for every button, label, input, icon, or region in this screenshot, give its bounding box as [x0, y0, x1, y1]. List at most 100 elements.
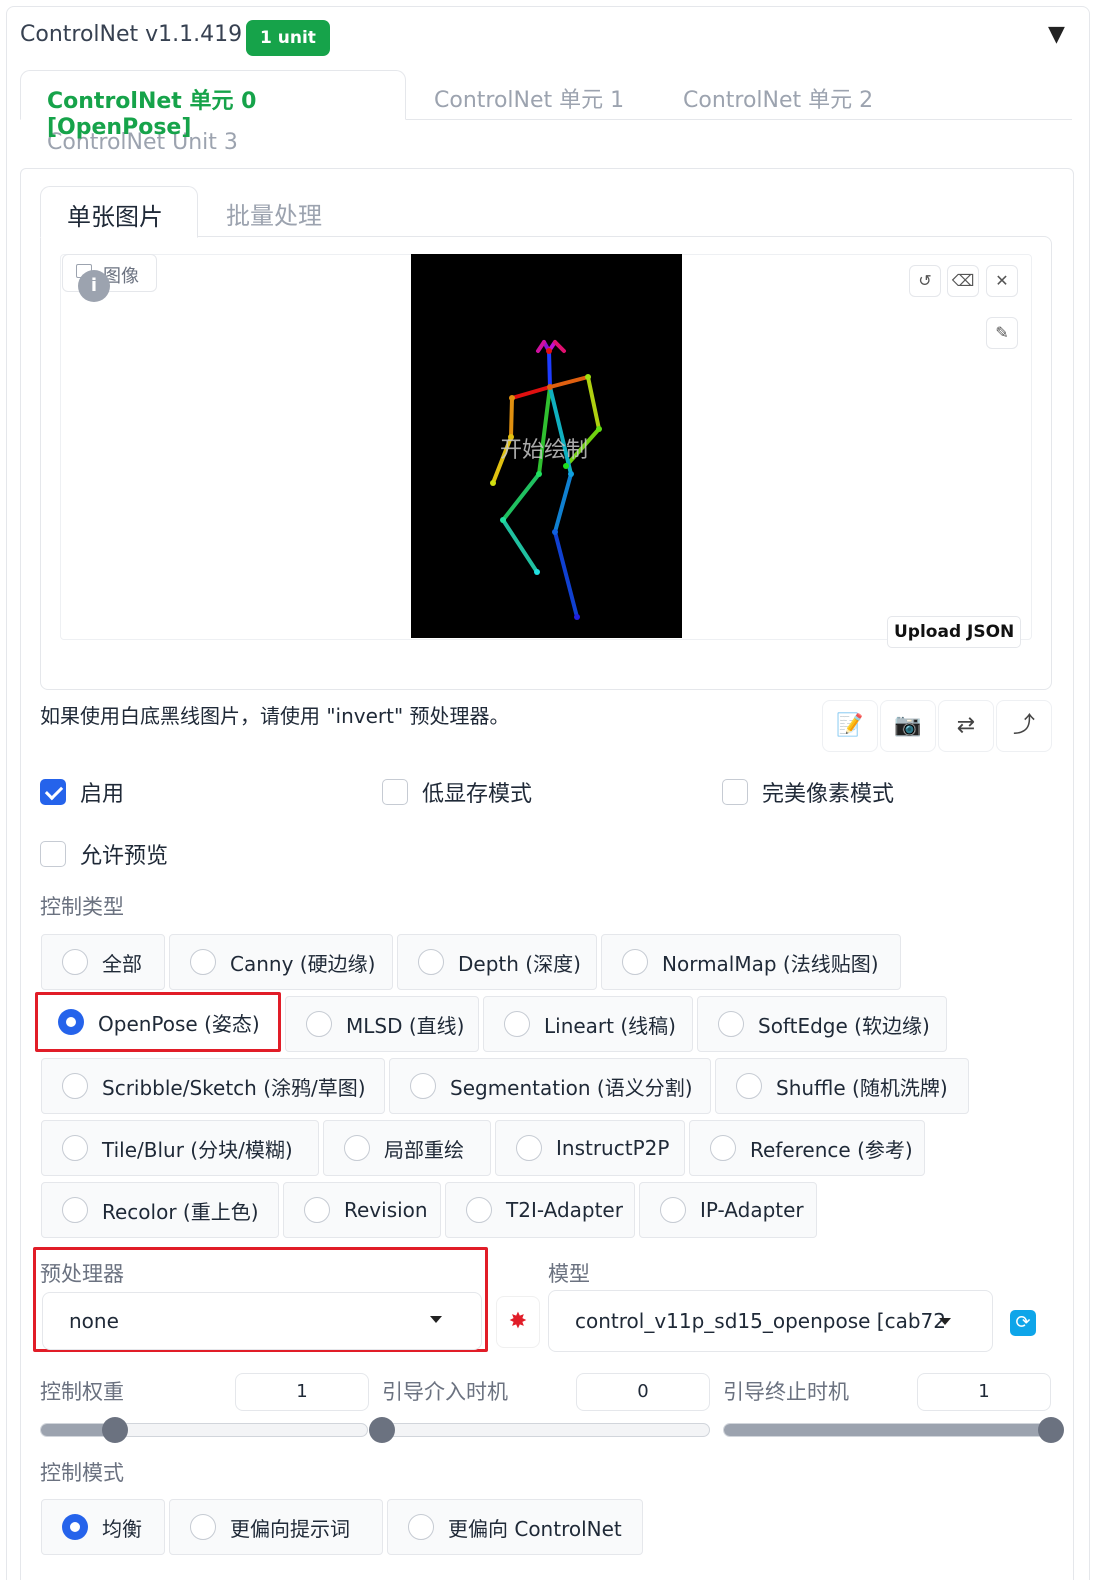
checkbox-unchecked[interactable] — [382, 779, 408, 805]
radio-button[interactable] — [190, 1514, 216, 1540]
radio-button[interactable] — [622, 949, 648, 975]
model-label: 模型 — [548, 1262, 590, 1286]
control-type-option[interactable]: 局部重绘 — [323, 1120, 491, 1176]
control-type-option-selected[interactable]: OpenPose (姿态) — [35, 992, 281, 1052]
info-icon[interactable]: i — [78, 270, 110, 302]
start-slider[interactable] — [382, 1423, 710, 1437]
control-type-option[interactable]: Lineart (线稿) — [483, 996, 693, 1052]
brush-icon[interactable]: ✎ — [986, 317, 1018, 349]
weight-slider[interactable] — [40, 1423, 368, 1437]
radio-button[interactable] — [408, 1514, 434, 1540]
radio-button[interactable] — [410, 1073, 436, 1099]
radio-button[interactable] — [718, 1011, 744, 1037]
control-mode-label: 控制模式 — [40, 1461, 124, 1485]
collapse-icon[interactable]: ▼ — [1048, 22, 1065, 47]
control-type-option[interactable]: MLSD (直线) — [285, 996, 479, 1052]
control-type-option[interactable]: Scribble/Sketch (涂鸦/草图) — [41, 1058, 385, 1114]
control-type-option[interactable]: NormalMap (法线贴图) — [601, 934, 901, 990]
option-label: Depth (深度) — [458, 951, 581, 976]
option-label: MLSD (直线) — [346, 1013, 465, 1038]
run-preprocessor-icon[interactable]: ✸ — [496, 1296, 540, 1348]
enable-checkbox[interactable]: 启用 — [40, 776, 124, 808]
start-input[interactable]: 0 — [576, 1373, 710, 1411]
control-type-option[interactable]: T2I-Adapter — [445, 1182, 635, 1238]
allow-preview-checkbox[interactable]: 允许预览 — [40, 838, 168, 870]
control-type-option[interactable]: Recolor (重上色) — [41, 1182, 279, 1238]
option-label: Revision — [344, 1198, 428, 1222]
start-slider-thumb[interactable] — [369, 1417, 395, 1443]
checkbox-unchecked[interactable] — [40, 841, 66, 867]
option-label: 局部重绘 — [384, 1137, 464, 1162]
control-type-option[interactable]: SoftEdge (软边缘) — [697, 996, 947, 1052]
upload-json-button[interactable]: Upload JSON — [887, 616, 1022, 648]
control-type-option[interactable]: Reference (参考) — [689, 1120, 925, 1176]
option-label: Segmentation (语义分割) — [450, 1075, 693, 1100]
end-slider-thumb[interactable] — [1038, 1417, 1064, 1443]
tab-unit-0[interactable]: ControlNet 单元 0 [OpenPose] — [20, 70, 406, 140]
model-select[interactable]: control_v11p_sd15_openpose [cab72 — [548, 1290, 993, 1352]
control-type-option[interactable]: Depth (深度) — [397, 934, 597, 990]
send-icon[interactable]: ⤴ — [996, 700, 1052, 752]
control-type-option[interactable]: Revision — [283, 1182, 441, 1238]
radio-button[interactable] — [62, 1135, 88, 1161]
tab-unit-1[interactable]: ControlNet 单元 1 — [434, 82, 624, 114]
control-mode-option[interactable]: 更偏向提示词 — [169, 1499, 383, 1555]
control-type-option[interactable]: Shuffle (随机洗牌) — [715, 1058, 969, 1114]
swap-icon[interactable]: ⇄ — [938, 700, 994, 752]
control-type-option[interactable]: InstructP2P — [495, 1120, 685, 1176]
radio-button[interactable] — [190, 949, 216, 975]
end-slider[interactable] — [723, 1423, 1051, 1437]
end-input[interactable]: 1 — [917, 1373, 1051, 1411]
end-slider-fill — [724, 1424, 1050, 1436]
panel-title[interactable]: ControlNet v1.1.419 — [20, 22, 242, 47]
low-vram-label: 低显存模式 — [422, 782, 533, 807]
control-type-option[interactable]: Segmentation (语义分割) — [389, 1058, 711, 1114]
control-type-option[interactable]: Tile/Blur (分块/模糊) — [41, 1120, 319, 1176]
checkbox-checked[interactable] — [40, 779, 66, 805]
camera-icon[interactable]: 📷 — [880, 700, 936, 752]
tab-unit-2[interactable]: ControlNet 单元 2 — [683, 82, 873, 114]
radio-button-selected[interactable] — [62, 1514, 88, 1540]
radio-button[interactable] — [710, 1135, 736, 1161]
radio-button[interactable] — [516, 1135, 542, 1161]
radio-button[interactable] — [306, 1011, 332, 1037]
chevron-down-icon[interactable] — [939, 1318, 951, 1325]
control-type-option[interactable]: Canny (硬边缘) — [169, 934, 393, 990]
edit-icon[interactable]: 📝 — [822, 700, 878, 752]
radio-button[interactable] — [466, 1197, 492, 1223]
enable-label: 启用 — [80, 782, 125, 807]
pixel-perfect-label: 完美像素模式 — [762, 782, 895, 807]
pixel-perfect-checkbox[interactable]: 完美像素模式 — [722, 776, 894, 808]
radio-button[interactable] — [62, 1073, 88, 1099]
tab-single-image[interactable]: 单张图片 — [40, 186, 198, 238]
control-mode-option-selected[interactable]: 均衡 — [41, 1499, 165, 1555]
radio-button[interactable] — [736, 1073, 762, 1099]
refresh-icon[interactable]: ⟳ — [1010, 1310, 1036, 1336]
weight-input[interactable]: 1 — [235, 1373, 369, 1411]
radio-button[interactable] — [62, 949, 88, 975]
radio-button[interactable] — [62, 1197, 88, 1223]
undo-icon[interactable]: ↺ — [909, 265, 941, 297]
radio-button[interactable] — [660, 1197, 686, 1223]
tab-batch[interactable]: 批量处理 — [226, 196, 322, 231]
checkbox-unchecked[interactable] — [722, 779, 748, 805]
radio-button[interactable] — [418, 949, 444, 975]
option-label: Recolor (重上色) — [102, 1199, 259, 1224]
option-label: 均衡 — [102, 1516, 142, 1541]
option-label: Reference (参考) — [750, 1137, 913, 1162]
control-type-option[interactable]: IP-Adapter — [639, 1182, 817, 1238]
radio-button[interactable] — [304, 1197, 330, 1223]
option-label: NormalMap (法线贴图) — [662, 951, 879, 976]
preprocessor-select[interactable]: none — [42, 1292, 482, 1350]
chevron-down-icon[interactable] — [430, 1316, 442, 1323]
radio-button[interactable] — [504, 1011, 530, 1037]
low-vram-checkbox[interactable]: 低显存模式 — [382, 776, 532, 808]
radio-button-selected[interactable] — [58, 1009, 84, 1035]
close-icon[interactable]: ✕ — [986, 265, 1018, 297]
eraser-icon[interactable]: ⌫ — [947, 265, 979, 297]
option-label: 全部 — [102, 951, 142, 976]
preprocessor-label: 预处理器 — [40, 1262, 124, 1286]
control-mode-option[interactable]: 更偏向 ControlNet — [387, 1499, 643, 1555]
radio-button[interactable] — [344, 1135, 370, 1161]
control-type-option[interactable]: 全部 — [41, 934, 165, 990]
